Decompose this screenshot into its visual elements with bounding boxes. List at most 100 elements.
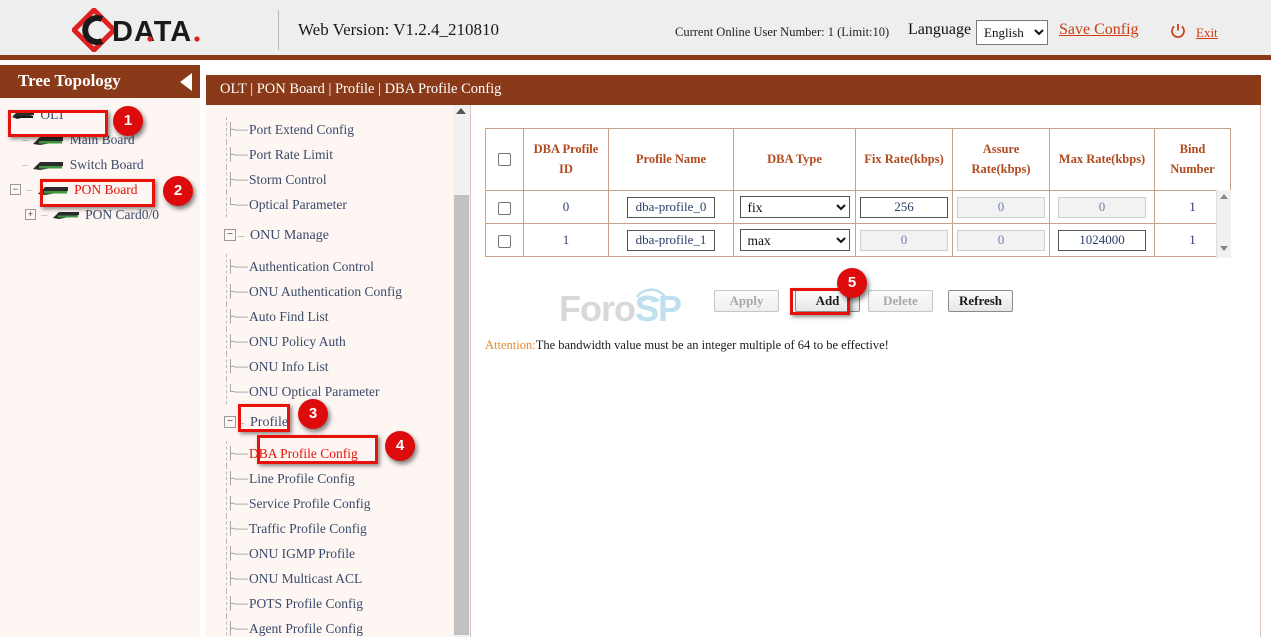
cell-max-rate — [1050, 191, 1155, 224]
tree-branch-icon: – — [238, 410, 244, 435]
cell-fix-rate — [856, 224, 953, 257]
add-button[interactable]: Add — [795, 290, 860, 312]
tree-branch-icon: ├–– — [226, 329, 248, 354]
tree-branch-icon: ├–– — [226, 491, 248, 516]
main-content-area: ForoSP DBA Profile ID Profile Name DBA T… — [470, 105, 1261, 637]
row-checkbox[interactable] — [498, 202, 511, 215]
row-select-cell — [486, 224, 524, 257]
menu-item-onu-info-list[interactable]: ├–– ONU Info List — [205, 354, 453, 379]
tree-item-olt[interactable]: OLT — [0, 106, 200, 131]
tree-branch-icon: – — [238, 223, 244, 248]
tree-item-label: OLT — [40, 107, 65, 122]
menu-item-label: ONU Authentication Config — [249, 284, 402, 299]
navigation-menu-panel: ├–– Port Extend Config ├–– Port Rate Lim… — [205, 105, 470, 637]
menu-item-storm-control[interactable]: ├–– Storm Control — [205, 167, 453, 192]
col-dba-type: DBA Type — [734, 129, 856, 191]
cell-dba-type: max — [734, 224, 856, 257]
collapse-left-icon[interactable] — [180, 73, 192, 91]
menu-item-authentication-control[interactable]: ├–– Authentication Control — [205, 254, 453, 279]
menu-item-label: Service Profile Config — [249, 496, 370, 511]
menu-item-onu-authentication-config[interactable]: ├–– ONU Authentication Config — [205, 279, 453, 304]
tree-branch-icon: └–– — [226, 379, 248, 404]
menu-item-onu-multicast-acl[interactable]: ├–– ONU Multicast ACL — [205, 566, 453, 591]
tree-item-pon-board[interactable]: − – PON Board — [0, 181, 200, 206]
scrollbar-thumb[interactable] — [454, 195, 469, 635]
tree-branch-icon: ├–– — [226, 466, 248, 491]
attention-message: The bandwidth value must be an integer m… — [536, 338, 889, 352]
table-scrollbar[interactable] — [1216, 190, 1231, 258]
dba-profile-table: DBA Profile ID Profile Name DBA Type Fix… — [485, 128, 1231, 257]
menu-item-label: ONU Optical Parameter — [249, 384, 379, 399]
row-select-cell — [486, 191, 524, 224]
save-config-link[interactable]: Save Config — [1059, 21, 1139, 39]
tree-branch-icon: ├–– — [226, 279, 248, 304]
tree-topology-title: Tree Topology — [18, 71, 121, 91]
tree-item-switch-board[interactable]: – Switch Board — [0, 156, 200, 181]
scroll-down-arrow-icon[interactable] — [1220, 246, 1228, 251]
menu-scrollbar[interactable] — [453, 105, 470, 637]
tree-item-main-board[interactable]: – Main Board — [0, 131, 200, 156]
apply-button[interactable]: Apply — [714, 290, 779, 312]
device-icon — [36, 183, 70, 197]
tree-item-pon-card[interactable]: + – PON Card0/0 — [0, 206, 200, 231]
tree-branch-icon: ├–– — [226, 354, 248, 379]
exit-link[interactable]: Exit — [1196, 25, 1218, 41]
menu-item-label: ONU IGMP Profile — [249, 546, 355, 561]
expander-minus-icon[interactable]: − — [224, 416, 236, 428]
tree-branch-icon: ├–– — [226, 117, 248, 142]
col-fix-rate: Fix Rate(kbps) — [856, 129, 953, 191]
menu-item-label: DBA Profile Config — [249, 446, 358, 461]
menu-item-label: ONU Multicast ACL — [249, 571, 362, 586]
menu-item-service-profile-config[interactable]: ├–– Service Profile Config — [205, 491, 453, 516]
tree-item-label: PON Board — [74, 182, 137, 197]
menu-item-label: ONU Info List — [249, 359, 329, 374]
menu-group-onu-manage[interactable]: − – ONU Manage — [205, 223, 453, 248]
menu-item-optical-parameter[interactable]: └–– Optical Parameter — [205, 192, 453, 217]
select-all-checkbox[interactable] — [498, 153, 511, 166]
menu-item-onu-igmp-profile[interactable]: ├–– ONU IGMP Profile — [205, 541, 453, 566]
tree-topology-header: Tree Topology — [0, 65, 200, 98]
row-checkbox[interactable] — [498, 235, 511, 248]
menu-item-traffic-profile-config[interactable]: ├–– Traffic Profile Config — [205, 516, 453, 541]
menu-item-pots-profile-config[interactable]: ├–– POTS Profile Config — [205, 591, 453, 616]
expander-plus-icon[interactable]: + — [25, 209, 36, 220]
scroll-up-arrow-icon[interactable] — [456, 108, 466, 114]
power-icon[interactable] — [1170, 23, 1186, 39]
assure-rate-input — [957, 230, 1045, 251]
device-icon — [31, 158, 65, 172]
menu-item-onu-optical-parameter[interactable]: └–– ONU Optical Parameter — [205, 379, 453, 404]
menu-item-line-profile-config[interactable]: ├–– Line Profile Config — [205, 466, 453, 491]
menu-item-port-rate-limit[interactable]: ├–– Port Rate Limit — [205, 142, 453, 167]
menu-group-label: ONU Manage — [250, 228, 329, 243]
cdata-logo: DATA — [72, 8, 232, 52]
menu-item-agent-profile-config[interactable]: ├–– Agent Profile Config — [205, 616, 453, 637]
menu-group-profile[interactable]: − – Profile — [205, 410, 453, 435]
expander-minus-icon[interactable]: − — [224, 229, 236, 241]
tree-branch-icon: ├–– — [226, 142, 248, 167]
menu-item-auto-find-list[interactable]: ├–– Auto Find List — [205, 304, 453, 329]
fix-rate-input[interactable] — [860, 197, 948, 218]
delete-button[interactable]: Delete — [868, 290, 933, 312]
menu-item-label: ONU Policy Auth — [249, 334, 346, 349]
profile-name-input[interactable] — [627, 230, 715, 251]
tree-topology-body: OLT – Main Board – Switch Board − – — [0, 98, 200, 637]
menu-item-onu-policy-auth[interactable]: ├–– ONU Policy Auth — [205, 329, 453, 354]
menu-item-label: Auto Find List — [249, 309, 329, 324]
dba-type-select[interactable]: max — [740, 229, 850, 251]
menu-item-port-extend-config[interactable]: ├–– Port Extend Config — [205, 117, 453, 142]
select-all-header — [486, 129, 524, 191]
refresh-button[interactable]: Refresh — [948, 290, 1013, 312]
menu-item-label: Storm Control — [249, 172, 327, 187]
tree-branch-icon: ├–– — [226, 591, 248, 616]
top-header: DATA Web Version: V1.2.4_210810 Current … — [0, 0, 1271, 60]
profile-name-input[interactable] — [627, 197, 715, 218]
menu-item-dba-profile-config[interactable]: ├–– DBA Profile Config — [205, 441, 453, 466]
col-max-rate: Max Rate(kbps) — [1050, 129, 1155, 191]
tree-item-label: Switch Board — [70, 157, 144, 172]
dba-type-select[interactable]: fix — [740, 196, 850, 218]
scroll-up-arrow-icon[interactable] — [1220, 194, 1228, 199]
language-select[interactable]: English — [976, 20, 1048, 45]
expander-minus-icon[interactable]: − — [10, 184, 21, 195]
max-rate-input — [1058, 197, 1146, 218]
max-rate-input[interactable] — [1058, 230, 1146, 251]
